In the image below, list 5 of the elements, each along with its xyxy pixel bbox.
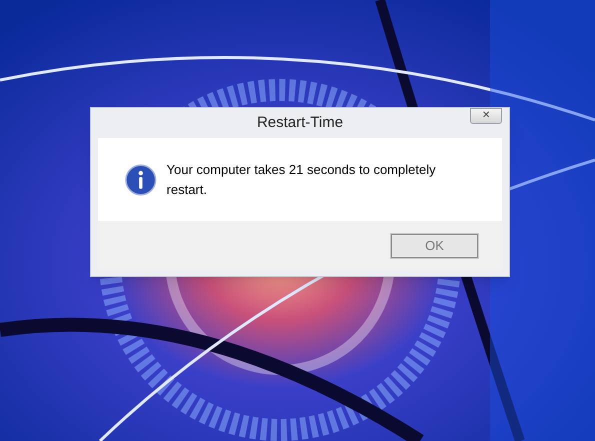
window-title: Restart-Time bbox=[256, 112, 344, 133]
ok-button[interactable]: OK bbox=[391, 234, 478, 258]
info-icon bbox=[125, 164, 157, 196]
message-text: Your computer takes 21 seconds to completely restart. bbox=[166, 161, 437, 198]
close-button[interactable]: ✕ bbox=[470, 108, 502, 124]
